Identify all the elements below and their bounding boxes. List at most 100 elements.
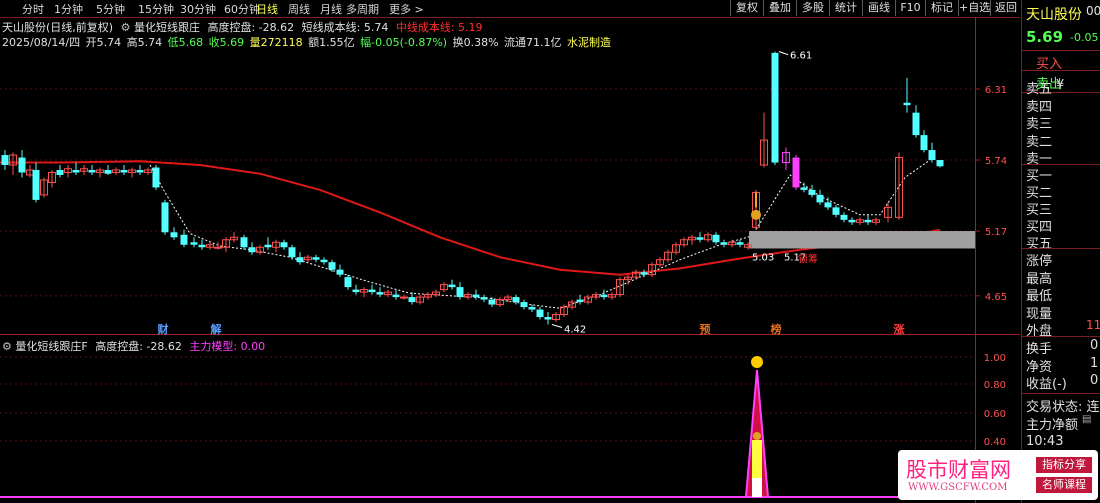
chart-grid [0, 17, 1020, 503]
low-label: 4.42 [564, 324, 586, 335]
outer-value: 11 [1086, 318, 1100, 332]
price-label-3: 4.65 [985, 292, 1007, 303]
candle-body-89 [720, 242, 728, 245]
candle-body-24 [198, 244, 206, 248]
lock-band-rect [749, 231, 975, 249]
smiley-icon [751, 356, 763, 368]
money-bag-icon-0 [751, 209, 761, 220]
candle-body-17 [136, 169, 144, 173]
sub-white-bar [752, 478, 762, 497]
stat2-value-2: 0 [1090, 373, 1099, 388]
peak-arrow [778, 51, 789, 56]
candles [1, 51, 944, 325]
price-axis: 6.31 5.74 5.17 4.65 1.00 0.80 0.60 0.40 [975, 85, 1007, 448]
candle-body-112 [920, 135, 928, 151]
candle-body-30 [248, 247, 256, 253]
candle-body-86 [696, 237, 704, 240]
band-left-label: 5.03 [752, 252, 774, 263]
trade-status: 交易状态: 连 [1026, 400, 1100, 415]
stat-row-0: 涨停 [1026, 254, 1053, 269]
candle-body-102 [832, 207, 840, 215]
candle-body-39 [320, 259, 328, 263]
candle-body-21 [170, 232, 178, 238]
candle-body-19 [152, 167, 160, 188]
stat2-value-0: 0 [1090, 338, 1099, 353]
candle-body-63 [512, 297, 520, 303]
side-stock-code: 00 [1086, 4, 1100, 18]
candle-body-38 [312, 257, 320, 260]
candle-body-79 [640, 272, 648, 275]
sub-control-label: 高度控盘: -28.62 [95, 340, 182, 353]
candle-body-88 [712, 234, 720, 243]
price-label-1: 5.74 [985, 156, 1007, 167]
candle-body-67 [544, 317, 552, 320]
candle-body-34 [280, 242, 288, 248]
band-lock-label: 锁筹 [798, 252, 818, 265]
stat2-value-1: 1 [1090, 355, 1099, 371]
candle-body-95 [771, 52, 779, 163]
lock-band: 5.03 5.17锁筹 [749, 231, 975, 265]
ask-currency-icon: ¥ [1056, 78, 1065, 93]
event-marker-4: 涨 [894, 322, 905, 336]
candle-body-11 [88, 169, 96, 173]
candle-body-59 [480, 297, 488, 300]
candle-body-32 [264, 244, 272, 248]
sub-label-2: 0.60 [984, 409, 1006, 420]
candle-body-45 [368, 289, 376, 293]
watermark-title: 股市财富网 [906, 458, 1011, 482]
candle-body-35 [288, 247, 296, 258]
candle-body-60 [488, 299, 496, 305]
sub-label-0: 1.00 [984, 353, 1006, 364]
candle-body-22 [180, 234, 188, 245]
candle-body-103 [840, 214, 848, 220]
candle-body-36 [296, 257, 304, 263]
candle-body-43 [352, 289, 360, 293]
candle-body-111 [912, 112, 920, 136]
expand-icon[interactable]: ▤ [1082, 414, 1091, 425]
quote-side-panel: 天山股份 00 5.69 -0.05 买入 卖出 卖五 卖四 卖三 卖二 卖一 ¥ 买一… [1021, 0, 1100, 503]
stat2-row-1: 净资 [1026, 359, 1053, 375]
sub-main-model: 主力模型: 0.00 [189, 340, 266, 353]
event-marker-0: 财 [157, 322, 169, 336]
stat2-row-0: 换手 [1026, 342, 1053, 357]
candle-body-42 [344, 277, 352, 288]
candle-body-23 [190, 242, 198, 245]
event-marker-2: 预 [700, 322, 711, 336]
candle-body-7 [56, 169, 64, 175]
candle-body-2 [18, 157, 26, 173]
stat-row-3: 现量 [1026, 306, 1053, 322]
candle-body-50 [408, 297, 416, 303]
candle-body-91 [736, 242, 744, 245]
candle-body-71 [576, 299, 584, 303]
ask-level-1: 卖四 [1026, 99, 1053, 115]
sub-money-bag-icon [753, 432, 761, 440]
peak-label: 6.61 [790, 51, 812, 62]
candle-body-0 [1, 155, 9, 166]
ask-level-2: 卖三 [1026, 117, 1053, 132]
candle-body-101 [824, 202, 832, 208]
candle-body-40 [328, 262, 336, 270]
low-arrow [551, 324, 563, 328]
sub-gear-icon[interactable]: ⚙ [2, 340, 12, 353]
candle-body-13 [104, 169, 112, 174]
candle-body-9 [72, 169, 80, 173]
ask-level-0: 卖五 [1026, 82, 1053, 97]
stat-row-2: 最低 [1026, 289, 1053, 304]
candle-body-113 [928, 150, 936, 161]
candle-body-20 [161, 202, 169, 233]
event-marker-1: 解 [211, 322, 222, 336]
candle-body-74 [600, 294, 608, 298]
price-label-0: 6.31 [985, 85, 1007, 96]
side-price: 5.69 [1026, 28, 1064, 46]
sub-indicator-name[interactable]: 量化短线跟庄F [15, 340, 87, 353]
side-stock-name: 天山股份 [1026, 7, 1082, 23]
side-time: 10:43 [1026, 434, 1064, 449]
candle-body-66 [536, 309, 544, 318]
candle-body-114 [936, 160, 944, 167]
candle-body-29 [240, 237, 248, 248]
kline-chart[interactable]: 5.03 5.17锁筹 6.61 4.42 财 解 预 榜 涨 6.31 5.74 5.17 4.6… [0, 0, 1020, 503]
candle-body-97 [792, 157, 800, 188]
candle-body-55 [448, 284, 456, 288]
candle-body-100 [816, 194, 824, 203]
candle-body-64 [520, 302, 528, 308]
